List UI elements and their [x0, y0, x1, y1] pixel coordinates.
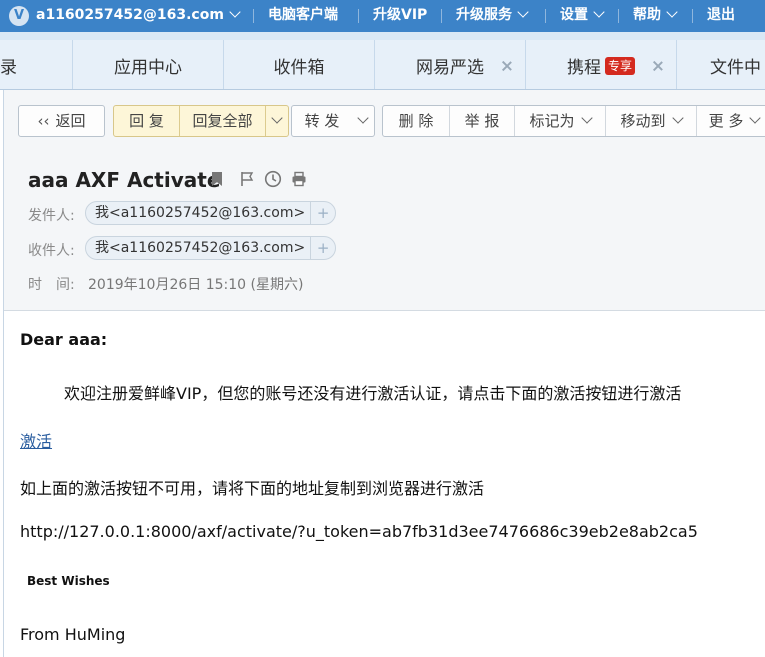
mail-view: ‹‹ 返回 回 复 回复全部 转 发 删 除 举 报 标记为 移动到 更 多 aa… — [3, 90, 765, 657]
pc-client-link[interactable]: 电脑客户端 — [268, 0, 338, 32]
activate-link[interactable]: 激活 — [20, 428, 52, 452]
forward-options-dropdown[interactable] — [352, 106, 374, 136]
top-bar: V a1160257452@163.com 电脑客户端 升级VIP 升级服务 设… — [0, 0, 765, 32]
print-icon[interactable] — [291, 171, 307, 191]
signature: From HuMing — [20, 625, 126, 644]
divider — [545, 9, 546, 23]
mail-toolbar: ‹‹ 返回 回 复 回复全部 转 发 删 除 举 报 标记为 移动到 更 多 — [4, 90, 765, 154]
chevron-down-icon — [671, 112, 684, 124]
move-to-label: 移动到 — [620, 112, 666, 130]
logout-link[interactable]: 退出 — [707, 0, 735, 32]
tab-ctrip[interactable]: 携程 专享 — [525, 40, 676, 89]
tab-strip: 录 应用中心 收件箱 网易严选 携程专享 文件中心 — [0, 32, 765, 134]
tab-contacts[interactable]: 录 — [0, 40, 72, 89]
account-menu[interactable]: a1160257452@163.com — [36, 0, 241, 32]
action-button-group: 删 除 举 报 标记为 移动到 更 多 — [382, 105, 765, 137]
double-chevron-left-icon: ‹‹ — [37, 112, 50, 130]
fallback-text: 如上面的激活按钮不可用，请将下面的地址复制到浏览器进行激活 — [20, 479, 485, 498]
divider — [441, 9, 442, 23]
bookmark-icon[interactable] — [210, 171, 224, 191]
settings-menu[interactable]: 设置 — [560, 0, 605, 32]
forward-button[interactable]: 转 发 — [292, 106, 352, 136]
exclusive-badge: 专享 — [604, 57, 635, 75]
more-menu[interactable]: 更 多 — [697, 106, 765, 136]
chevron-down-icon — [271, 112, 283, 124]
upgrade-vip-link[interactable]: 升级VIP — [373, 0, 427, 32]
reply-button[interactable]: 回 复 — [114, 106, 179, 136]
from-label: 发件人: — [28, 208, 75, 224]
tab-label: 录 — [0, 58, 17, 78]
more-label: 更 多 — [708, 112, 744, 130]
help-label: 帮助 — [633, 7, 661, 23]
tab-label: 网易严选 — [416, 58, 484, 78]
report-button[interactable]: 举 报 — [450, 106, 514, 136]
mark-as-menu[interactable]: 标记为 — [515, 106, 605, 136]
send-time: 2019年10月26日 15:10 (星期六) — [88, 277, 304, 293]
help-menu[interactable]: 帮助 — [633, 0, 678, 32]
welcome-text: 欢迎注册爱鲜峰VIP，但您的账号还没有进行激活认证，请点击下面的激活按钮进行激活 — [64, 384, 682, 403]
close-icon[interactable] — [501, 60, 513, 72]
back-button[interactable]: ‹‹ 返回 — [18, 105, 105, 137]
greeting: Dear aaa: — [20, 330, 108, 349]
account-avatar[interactable]: V — [9, 6, 29, 26]
chevron-down-icon — [229, 6, 241, 18]
delete-button[interactable]: 删 除 — [383, 106, 449, 136]
tab-file-center[interactable]: 文件中心 — [676, 40, 765, 134]
divider — [692, 9, 693, 23]
tab-app-center[interactable]: 应用中心 — [72, 40, 223, 89]
add-contact-button[interactable]: + — [310, 237, 335, 259]
from-address: 我<a1160257452@163.com> — [95, 205, 306, 221]
divider — [618, 9, 619, 23]
add-contact-button[interactable]: + — [310, 202, 335, 224]
close-icon[interactable] — [652, 60, 664, 72]
mail-subject: aaa AXF Activate — [28, 168, 221, 192]
upgrade-service-menu[interactable]: 升级服务 — [456, 0, 529, 32]
tab-label: 收件箱 — [273, 58, 325, 78]
divider — [253, 9, 254, 23]
reply-all-button[interactable]: 回复全部 — [180, 106, 265, 136]
to-label: 收件人: — [28, 243, 75, 259]
chevron-down-icon — [749, 112, 762, 124]
time-label: 时 间: — [28, 277, 75, 293]
from-address-chip[interactable]: 我<a1160257452@163.com> + — [85, 201, 337, 225]
mail-header: aaa AXF Activate 发件人: 我<a1160257452@163.… — [4, 154, 765, 311]
divider — [358, 9, 359, 23]
activation-url[interactable]: http://127.0.0.1:8000/axf/activate/?u_to… — [20, 522, 698, 541]
chevron-down-icon — [357, 112, 369, 124]
chevron-down-icon — [517, 6, 529, 18]
back-label: 返回 — [55, 112, 86, 130]
forward-button-group: 转 发 — [291, 105, 375, 137]
mark-as-label: 标记为 — [529, 112, 575, 130]
chevron-down-icon — [666, 6, 678, 18]
chevron-down-icon — [580, 112, 593, 124]
chevron-down-icon — [593, 6, 605, 18]
clock-icon[interactable] — [264, 170, 282, 192]
tab-label: 携程 — [566, 58, 601, 78]
tab-inbox[interactable]: 收件箱 — [223, 40, 374, 89]
upgrade-service-label: 升级服务 — [456, 7, 512, 23]
tab-yanxuan[interactable]: 网易严选 — [374, 40, 525, 89]
reply-options-dropdown[interactable] — [266, 106, 288, 136]
best-wishes: Best Wishes — [27, 574, 110, 588]
reply-button-group: 回 复 回复全部 — [113, 105, 289, 137]
account-email: a1160257452@163.com — [36, 7, 224, 23]
to-address: 我<a1160257452@163.com> — [95, 240, 306, 256]
subject-actions — [210, 170, 311, 192]
tab-label: 应用中心 — [114, 58, 182, 78]
flag-icon[interactable] — [239, 171, 255, 191]
settings-label: 设置 — [560, 7, 588, 23]
move-to-menu[interactable]: 移动到 — [606, 106, 696, 136]
to-address-chip[interactable]: 我<a1160257452@163.com> + — [85, 236, 337, 260]
